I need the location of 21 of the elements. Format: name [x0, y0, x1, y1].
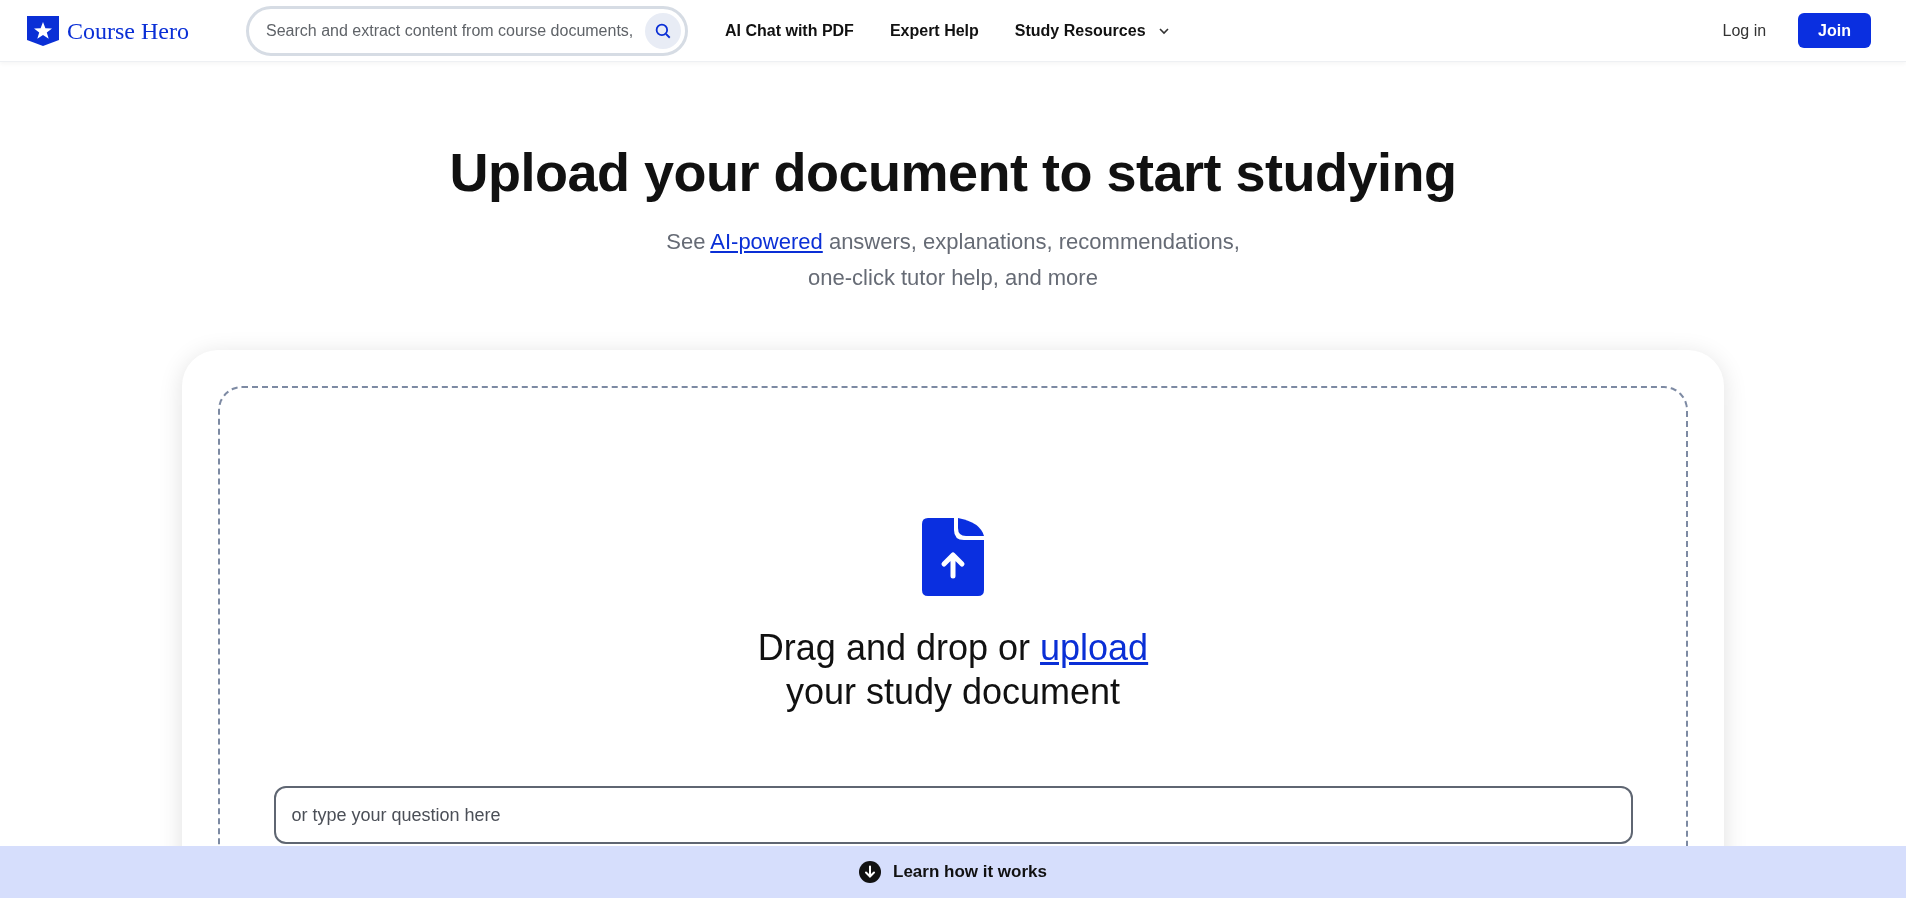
drop-instruction-text: Drag and drop or upload your study document: [756, 626, 1150, 714]
shield-star-logo-icon: [27, 15, 59, 46]
subtitle-text: See AI-powered answers, explanations, recommendations, one-click tutor help, and more: [665, 228, 1241, 292]
nav-link[interactable]: Study Resources: [1014, 18, 1170, 43]
search-button[interactable]: [645, 12, 681, 49]
join-button[interactable]: Join: [1798, 13, 1871, 48]
search-field[interactable]: Search and extract content from course documents,: [246, 5, 688, 56]
search-icon: [654, 21, 672, 40]
nav-link[interactable]: Expert Help: [889, 18, 979, 43]
question-input-field[interactable]: or type your question here: [273, 786, 1633, 844]
ai-powered-link[interactable]: AI-powered: [710, 229, 823, 254]
logo-text[interactable]: Course Hero: [67, 12, 189, 49]
upload-link[interactable]: upload: [1040, 627, 1149, 668]
chevron-down-icon: [1157, 26, 1170, 35]
learn-how-it-works-bar[interactable]: Learn how it works: [0, 846, 1906, 898]
search-input-field[interactable]: Search and extract content from course documents,: [266, 18, 645, 43]
login-link[interactable]: Log in: [1722, 18, 1767, 43]
document-upload-icon: [922, 518, 984, 596]
arrow-down-circle-icon: [859, 861, 881, 883]
page-heading: Upload your document to start studying: [449, 141, 1457, 204]
nav-link[interactable]: AI Chat with PDF: [725, 18, 854, 43]
